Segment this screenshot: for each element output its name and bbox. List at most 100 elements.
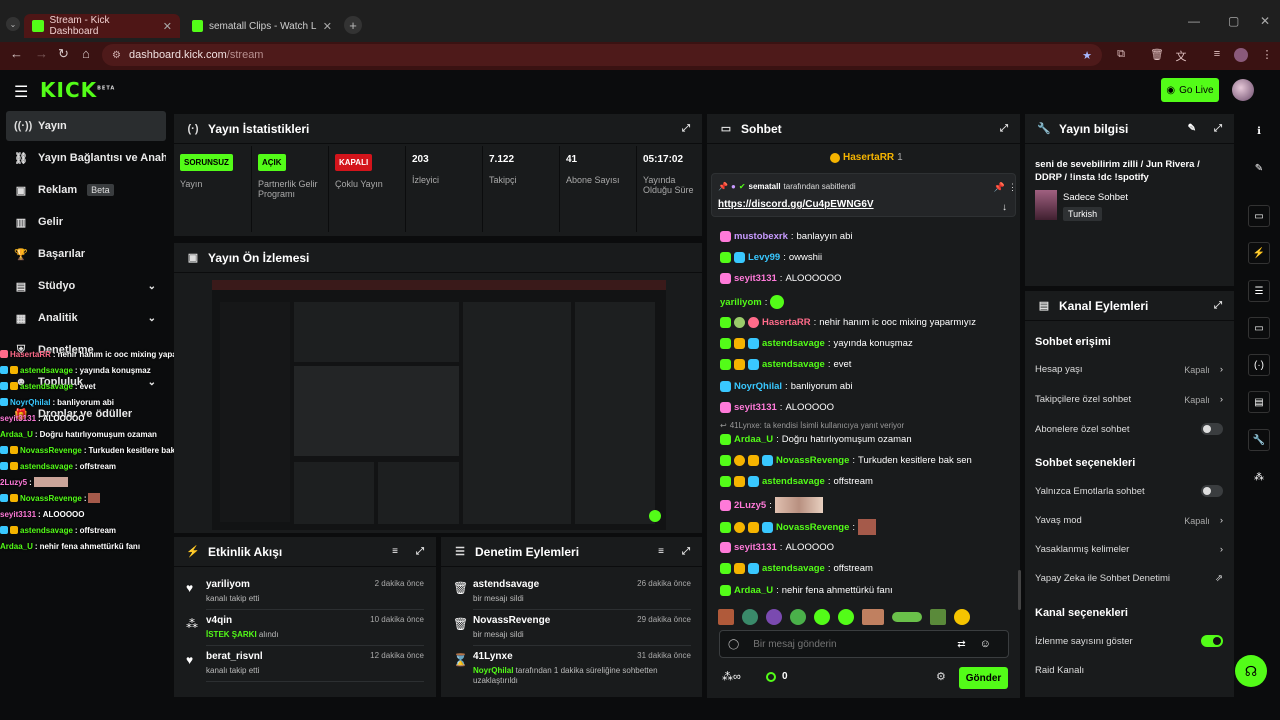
emote-icon[interactable]: [718, 609, 734, 625]
sidebar-item-stream[interactable]: ((·)) Yayın: [6, 111, 166, 141]
translate-icon[interactable]: ⇄: [957, 639, 965, 650]
slow-mode-setting[interactable]: Yavaş mod Kapalı ›: [1035, 515, 1223, 526]
emote-icon[interactable]: [790, 609, 806, 625]
translate-icon[interactable]: 文: [1174, 48, 1188, 63]
chat-message: seyit3131: ALOOOOO: [720, 402, 834, 413]
stream-preview-video[interactable]: [212, 280, 666, 530]
bookmark-star-icon[interactable]: ★: [1082, 49, 1092, 62]
wrench-icon[interactable]: 🔧: [1248, 429, 1270, 451]
chat-scrollbar[interactable]: [1018, 570, 1021, 610]
maximize-button[interactable]: ▢: [1228, 14, 1239, 28]
address-bar[interactable]: ⚙ dashboard.kick.com/stream ★: [102, 44, 1102, 66]
info-icon[interactable]: ℹ: [1248, 120, 1270, 142]
raid-channel-setting[interactable]: Raid Kanalı: [1035, 665, 1223, 676]
close-tab-icon[interactable]: ✕: [163, 20, 172, 33]
chat-message-input[interactable]: [753, 638, 944, 650]
pinned-link[interactable]: https://discord.gg/Cu4pEWNG6V: [718, 199, 874, 210]
go-live-button[interactable]: ◉ Go Live: [1161, 78, 1219, 102]
expand-icon[interactable]: ⤢: [682, 546, 690, 557]
emote-icon[interactable]: [892, 612, 922, 622]
emote-icon[interactable]: [838, 609, 854, 625]
close-window-button[interactable]: ✕: [1260, 14, 1270, 28]
sidebar-item-studio[interactable]: ▤ Stüdyo ⌄: [6, 271, 166, 301]
expand-icon[interactable]: ⤢: [1000, 123, 1008, 134]
new-tab-button[interactable]: +: [344, 16, 362, 34]
home-icon[interactable]: ⌂: [82, 46, 90, 61]
kick-logo[interactable]: KICKBETA: [40, 78, 115, 102]
trophy-icon: 🏆: [14, 248, 28, 261]
back-icon[interactable]: ←: [10, 46, 23, 61]
stats-widget-icon[interactable]: ▭: [1248, 205, 1270, 227]
emote-icon[interactable]: [814, 609, 830, 625]
browser-tab-clips[interactable]: sematall Clips - Watch Live on K ✕: [184, 14, 340, 38]
edit-icon[interactable]: ✎: [1248, 157, 1270, 179]
sidebar-item-achievements[interactable]: 🏆 Başarılar: [6, 239, 166, 269]
subs-only-toggle[interactable]: [1201, 423, 1223, 435]
forward-icon[interactable]: →: [35, 46, 48, 61]
followers-only-setting[interactable]: Takipçilere özel sohbet Kapalı ›: [1035, 394, 1223, 405]
mic-icon: ●: [730, 182, 736, 191]
list-icon[interactable]: ☰: [1248, 280, 1270, 302]
unpin-icon[interactable]: 📌: [994, 182, 1005, 193]
emoji-icon[interactable]: ☺: [980, 638, 991, 650]
edit-icon[interactable]: ✎: [1188, 123, 1196, 134]
menu-icon[interactable]: ☰: [14, 82, 28, 102]
avatar[interactable]: [1232, 79, 1254, 101]
reload-icon[interactable]: ↻: [58, 46, 69, 62]
stat-stream-health: SORUNSUZ Yayın: [174, 146, 251, 232]
browser-menu-icon[interactable]: ⋮: [1260, 48, 1274, 62]
kick-points[interactable]: 0: [766, 671, 788, 682]
broadcast-icon[interactable]: (·): [1248, 354, 1270, 376]
chat-bubble-icon: ◯: [728, 638, 740, 650]
banned-words-setting[interactable]: Yasaklanmış kelimeler ›: [1035, 544, 1223, 555]
widgets-icon[interactable]: ⁂: [1248, 466, 1270, 488]
profile-icon[interactable]: [1234, 48, 1248, 62]
channel-points-icon[interactable]: ⁂∞: [722, 670, 741, 683]
channel-icon[interactable]: ▤: [1248, 391, 1270, 413]
emote-icon[interactable]: [954, 609, 970, 625]
emote-icon[interactable]: [862, 609, 884, 625]
sub-badge-icon: [720, 499, 731, 511]
expand-icon[interactable]: ⤢: [1214, 300, 1222, 311]
chat-input[interactable]: ◯ ⇄ ☺: [719, 630, 1009, 658]
close-tab-icon[interactable]: ✕: [323, 20, 332, 33]
settings-gear-icon[interactable]: ⚙: [936, 670, 946, 683]
extensions-icon[interactable]: ⧉: [1114, 48, 1128, 62]
chat-icon[interactable]: ▭: [1248, 317, 1270, 339]
filter-icon[interactable]: ≡: [658, 546, 664, 557]
emote-image: [774, 497, 823, 513]
tab-search-button[interactable]: ⌄: [6, 17, 20, 31]
sidebar-item-revenue[interactable]: ▥ Gelir: [6, 207, 166, 237]
expand-icon[interactable]: ⤢: [1214, 123, 1222, 134]
emote-icon[interactable]: [742, 609, 758, 625]
emote-icon[interactable]: [930, 609, 946, 625]
minimize-button[interactable]: —: [1188, 14, 1200, 28]
top-gifter-bar[interactable]: HasertaRR 1: [830, 152, 903, 163]
moderation-actions-header: ☰ Denetim Eylemleri ≡ ⤢: [441, 537, 702, 567]
sidebar-item-stream-key[interactable]: ⛓Yayın Bağlantısı ve Anahtar: [6, 143, 166, 173]
extension-trash-icon[interactable]: 🗑: [1150, 48, 1164, 62]
studio-icon: ▤: [15, 280, 27, 293]
filter-icon[interactable]: ≡: [392, 546, 398, 557]
account-age-setting[interactable]: Hesap yaşı Kapalı ›: [1035, 364, 1223, 375]
crown-badge-icon: [10, 366, 18, 374]
ai-moderation-setting[interactable]: Yapay Zeka ile Sohbet Denetimi ⇗: [1035, 573, 1223, 584]
site-info-icon[interactable]: ⚙: [112, 50, 121, 61]
sidebar-item-analytics[interactable]: ▦ Analitik ⌄: [6, 303, 166, 333]
emotes-only-toggle[interactable]: [1201, 485, 1223, 497]
help-chat-icon[interactable]: ☊: [1235, 655, 1267, 687]
expand-icon[interactable]: ⤢: [682, 123, 690, 134]
reading-list-icon[interactable]: ≡: [1210, 48, 1224, 62]
browser-tab-dashboard[interactable]: Stream - Kick Dashboard ✕: [24, 14, 180, 38]
send-button[interactable]: Gönder: [959, 667, 1008, 689]
moderation-row: 🗑 astendsavage bir mesajı sildi 26 dakika ö…: [451, 579, 691, 613]
chat-message: HasertaRR: nehir hanım ic ooc mixing yap…: [720, 317, 976, 328]
expand-icon[interactable]: ⤢: [416, 546, 424, 557]
collapse-arrow-icon[interactable]: ↓: [1002, 202, 1007, 213]
lightning-icon[interactable]: ⚡: [1248, 242, 1270, 264]
sidebar-item-ads[interactable]: ▣ Reklam Beta: [6, 175, 166, 205]
emote-icon[interactable]: [766, 609, 782, 625]
more-options-icon[interactable]: ⋮: [1008, 182, 1017, 193]
show-viewers-toggle[interactable]: [1201, 635, 1223, 647]
chat-message: NovassRevenge:: [720, 519, 877, 535]
